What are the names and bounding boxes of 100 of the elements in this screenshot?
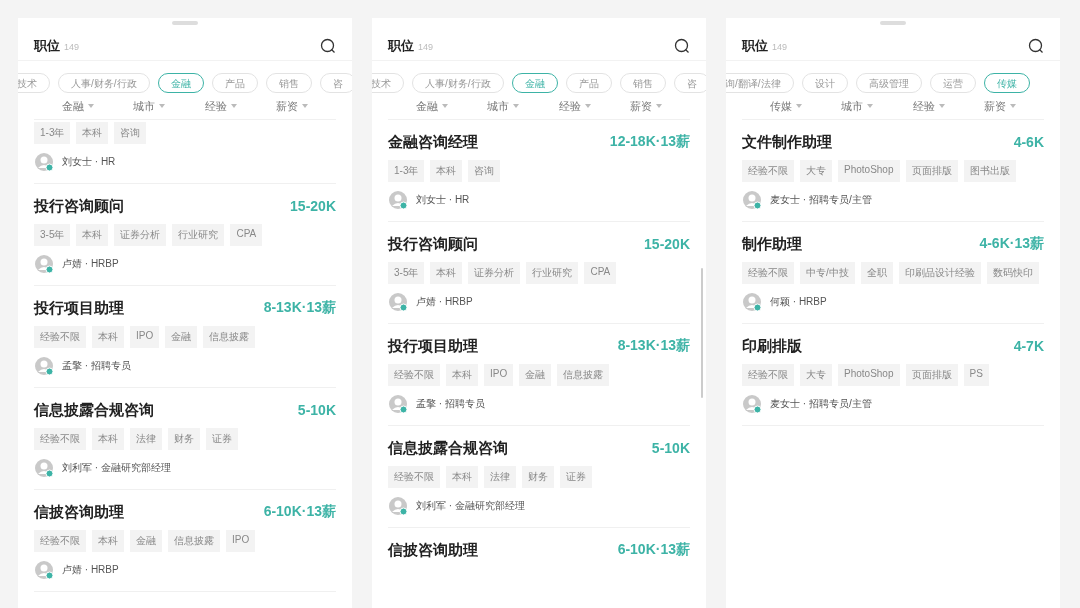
caret-icon xyxy=(867,104,874,108)
avatar-icon xyxy=(388,496,408,516)
category-chip[interactable]: 人事/财务/行政 xyxy=(58,73,150,93)
salary-text: 15-20K xyxy=(290,198,336,214)
job-tag: 财务 xyxy=(168,428,200,450)
filter-dropdown[interactable]: 金融 xyxy=(61,98,94,114)
filter-dropdown[interactable]: 传媒 xyxy=(769,98,802,114)
filter-dropdown[interactable]: 城市 xyxy=(841,98,874,114)
filter-dropdown[interactable]: 薪资 xyxy=(984,98,1017,114)
job-tag: 经验不限 xyxy=(34,326,86,348)
filter-dropdown[interactable]: 薪资 xyxy=(276,98,309,114)
job-title: 文件制作助理 xyxy=(742,132,832,152)
recruiter-name: 卢婧 · HRBP xyxy=(62,257,119,271)
salary-text: 15-20K xyxy=(644,236,690,252)
salary-text: 8-13K·13薪 xyxy=(617,337,690,355)
job-tag: 咨询 xyxy=(114,122,147,144)
category-chip[interactable]: 产品 xyxy=(211,73,258,93)
avatar-icon xyxy=(742,394,762,414)
avatar-icon xyxy=(34,356,54,376)
job-title: 信息披露合规咨询 xyxy=(388,438,508,458)
category-chip[interactable]: 金融 xyxy=(511,73,558,93)
filter-dropdown[interactable]: 经验 xyxy=(912,98,945,114)
job-tag: 经验不限 xyxy=(34,428,86,450)
recruiter-name: 麦女士 · 招聘专员/主管 xyxy=(770,397,872,411)
recruiter-name: 刘女士 · HR xyxy=(416,193,470,207)
filter-dropdown[interactable]: 城市 xyxy=(133,98,166,114)
job-tag: 经验不限 xyxy=(388,466,440,488)
job-tag: IPO xyxy=(130,326,160,348)
filter-dropdown[interactable]: 经验 xyxy=(204,98,237,114)
job-tag: 经验不限 xyxy=(388,364,440,386)
category-chip[interactable]: 人事/财务/行政 xyxy=(412,73,504,93)
category-chip[interactable]: 运营 xyxy=(929,73,976,93)
job-tag: 经验不限 xyxy=(742,262,794,284)
caret-icon xyxy=(1010,104,1017,108)
job-tag: 本科 xyxy=(430,262,463,284)
drag-handle[interactable] xyxy=(172,21,198,25)
category-chip[interactable]: 咨 xyxy=(673,73,706,93)
job-tag: 本科 xyxy=(430,160,463,182)
job-tag: 信息披露 xyxy=(168,530,220,552)
job-title: 制作助理 xyxy=(742,234,802,254)
avatar-icon xyxy=(34,560,54,580)
category-chip[interactable]: 产品 xyxy=(565,73,612,93)
job-tag: 法律 xyxy=(130,428,162,450)
avatar-icon xyxy=(34,254,54,274)
job-tag: 金融 xyxy=(165,326,198,348)
job-title: 投行咨询顾问 xyxy=(34,196,124,216)
scrollbar[interactable] xyxy=(701,268,703,398)
job-count: 149 xyxy=(64,42,80,52)
avatar-icon xyxy=(34,458,54,478)
filter-dropdown[interactable]: 金融 xyxy=(415,98,448,114)
category-chip[interactable]: 金融 xyxy=(157,73,204,93)
avatar-icon xyxy=(742,292,762,312)
job-tag: 3-5年 xyxy=(388,262,425,284)
job-tag: 全职 xyxy=(860,262,893,284)
job-tag: 3-5年 xyxy=(34,224,71,246)
job-title: 投行项目助理 xyxy=(34,298,124,318)
job-title: 信披咨询助理 xyxy=(34,502,124,522)
job-tag: 1-3年 xyxy=(34,122,71,144)
category-chip[interactable]: 销售 xyxy=(619,73,666,93)
job-tag: 行业研究 xyxy=(172,224,225,246)
job-tag: 经验不限 xyxy=(34,530,86,552)
job-tag: PhotoShop xyxy=(838,160,900,182)
job-tag: 咨询 xyxy=(468,160,501,182)
job-title: 印刷排版 xyxy=(742,336,802,356)
salary-text: 4-7K xyxy=(1013,338,1044,354)
filter-dropdown[interactable]: 经验 xyxy=(558,98,591,114)
category-chip[interactable]: 传媒 xyxy=(983,73,1030,93)
category-chip[interactable]: 设计 xyxy=(801,73,848,93)
category-chip[interactable]: 高级管理 xyxy=(855,73,922,93)
job-tag: 本科 xyxy=(92,326,124,348)
avatar-icon xyxy=(388,190,408,210)
search-icon[interactable] xyxy=(674,38,690,54)
recruiter-name: 何颖 · HRBP xyxy=(770,295,827,309)
job-title: 信息披露合规咨询 xyxy=(34,400,154,420)
filter-dropdown[interactable]: 薪资 xyxy=(630,98,663,114)
salary-text: 6-10K·13薪 xyxy=(263,503,336,521)
category-chip[interactable]: 咨 xyxy=(319,73,352,93)
caret-icon xyxy=(230,104,237,108)
job-tag: 行业研究 xyxy=(526,262,579,284)
job-tag: IPO xyxy=(484,364,514,386)
job-tag: 本科 xyxy=(76,122,109,144)
caret-icon xyxy=(159,104,166,108)
job-tag: 图书出版 xyxy=(963,160,1016,182)
avatar-icon xyxy=(34,152,54,172)
filter-dropdown[interactable]: 城市 xyxy=(487,98,520,114)
job-tag: 经验不限 xyxy=(742,160,794,182)
job-count: 149 xyxy=(772,42,788,52)
job-tag: 数码快印 xyxy=(986,262,1039,284)
caret-icon xyxy=(87,104,94,108)
category-chip[interactable]: 销售 xyxy=(265,73,312,93)
job-tag: 本科 xyxy=(446,466,478,488)
search-icon[interactable] xyxy=(1028,38,1044,54)
job-tag: IPO xyxy=(226,530,256,552)
recruiter-name: 刘利军 · 金融研究部经理 xyxy=(62,461,171,475)
caret-icon xyxy=(302,104,309,108)
job-tag: 证券 xyxy=(206,428,238,450)
job-tag: 大专 xyxy=(800,160,832,182)
search-icon[interactable] xyxy=(320,38,336,54)
job-tag: CPA xyxy=(584,262,617,284)
drag-handle[interactable] xyxy=(880,21,906,25)
